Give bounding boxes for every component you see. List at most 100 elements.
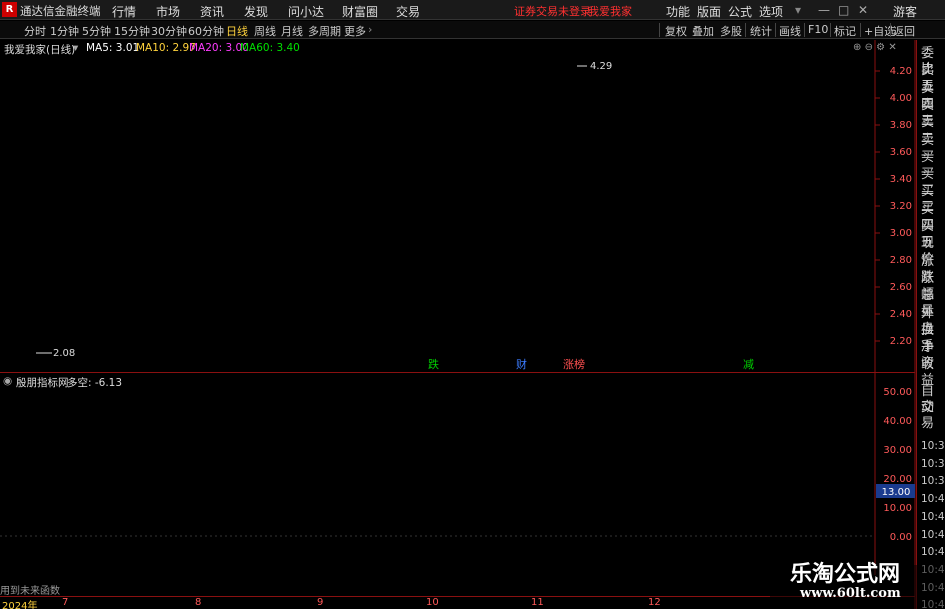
trade-time-label: 10:39 xyxy=(921,440,945,452)
more-chevron-icon[interactable]: › xyxy=(368,23,372,36)
watermark-title: 乐淘公式网 xyxy=(790,562,901,587)
kline-chart[interactable]: 4.20 4.00 3.80 3.60 3.40 3.20 3.00 2.80 … xyxy=(0,40,916,609)
divider xyxy=(890,23,891,37)
back-button[interactable]: 返回 xyxy=(893,23,915,39)
event-marker-top-gainer[interactable]: 涨榜 xyxy=(563,357,585,371)
period-1min[interactable]: 1分钟 xyxy=(50,23,79,39)
price-axis: 4.20 4.00 3.80 3.60 3.40 3.20 3.00 2.80 … xyxy=(874,40,916,609)
price-axis-label: 2.40 xyxy=(890,309,912,320)
date-label: 10 xyxy=(426,597,439,608)
stock-title: 我爱我家(日线) xyxy=(4,44,76,56)
dropdown-icon[interactable]: ▾ xyxy=(795,3,801,17)
date-label: 9 xyxy=(317,597,324,608)
close-icon[interactable]: ✕ xyxy=(858,3,868,17)
period-more[interactable]: 更多 xyxy=(344,23,366,39)
divider xyxy=(659,23,660,37)
menu-news[interactable]: 资讯 xyxy=(200,3,224,20)
mark-button[interactable]: 标记 xyxy=(834,23,856,39)
watermark-url: www.60lt.com xyxy=(800,586,901,601)
close-icon[interactable]: ✕ xyxy=(888,42,896,53)
divider xyxy=(804,23,805,37)
period-daily[interactable]: 日线 xyxy=(226,23,248,39)
date-label: 8 xyxy=(195,597,202,608)
draw-line-button[interactable]: 画线 xyxy=(779,23,801,39)
indicator-axis: 50.00 40.00 30.00 20.00 10.00 0.00 13.00 xyxy=(876,387,915,543)
event-marker-reduce[interactable]: 减 xyxy=(743,358,754,371)
price-axis-label: 3.80 xyxy=(890,120,912,131)
price-axis-label: 4.20 xyxy=(890,66,912,77)
date-label: 7 xyxy=(62,597,69,608)
period-monthly[interactable]: 月线 xyxy=(281,23,303,39)
date-label: 12 xyxy=(648,597,661,608)
minimize-icon[interactable]: — xyxy=(818,3,830,17)
period-15min[interactable]: 15分钟 xyxy=(114,23,150,39)
menu-market[interactable]: 市场 xyxy=(156,3,180,20)
trade-time-label: 10:40 xyxy=(921,510,945,523)
indicator-axis-label: 40.00 xyxy=(883,416,912,427)
divider xyxy=(745,23,746,37)
ma10-label: MA10: 2.97 xyxy=(136,42,196,54)
trade-time-label: 10:40 xyxy=(921,528,945,541)
statistics-button[interactable]: 统计 xyxy=(750,23,772,39)
indicator-axis-label: 10.00 xyxy=(883,503,912,514)
price-axis-label: 3.20 xyxy=(890,201,912,212)
maximize-icon[interactable]: □ xyxy=(838,3,849,17)
event-marker-fall[interactable]: 跌 xyxy=(428,357,439,371)
price-axis-label: 2.20 xyxy=(890,336,912,347)
period-60min[interactable]: 60分钟 xyxy=(188,23,224,39)
chart-controls: ⊕ ⊖ ⚙ ✕ xyxy=(853,42,897,53)
indicator-dropdown-icon[interactable]: ◉ xyxy=(3,375,12,387)
zoom-out-icon[interactable]: ⊖ xyxy=(865,42,873,53)
period-5min[interactable]: 5分钟 xyxy=(82,23,111,39)
price-axis-label: 2.60 xyxy=(890,282,912,293)
app-logo-icon: R xyxy=(2,2,17,17)
indicator-axis-label: 20.00 xyxy=(883,474,912,485)
overlay-button[interactable]: 叠加 xyxy=(692,23,714,39)
divider xyxy=(775,23,776,37)
menu-discover[interactable]: 发现 xyxy=(244,3,268,20)
trade-time-label: 10:39 xyxy=(921,475,945,488)
trading-terminal: R 通达信金融终端 行情 市场 资讯 发现 问小达 财富圈 交易 证券交易未登录… xyxy=(0,0,945,609)
menu-wealth-circle[interactable]: 财富圈 xyxy=(342,3,378,20)
chart-annotations: 4.29 2.08 跌 财 涨榜 减 xyxy=(36,61,754,371)
indicator-axis-label: 0.00 xyxy=(890,532,912,543)
menu-options[interactable]: 选项 xyxy=(759,3,783,20)
current-value-label: 13.00 xyxy=(882,487,911,498)
login-notice[interactable]: 证券交易未登录 xyxy=(514,3,591,19)
menu-functions[interactable]: 功能 xyxy=(666,3,690,20)
legend-dropdown-icon[interactable]: ▾ xyxy=(73,42,78,54)
app-name: 通达信金融终端 xyxy=(20,4,101,18)
f10-button[interactable]: F10 xyxy=(808,23,828,36)
zoom-in-icon[interactable]: ⊕ xyxy=(853,42,861,53)
adjust-button[interactable]: 复权 xyxy=(665,23,687,39)
price-axis-label: 4.00 xyxy=(890,93,912,104)
title-bar: R 通达信金融终端 行情 市场 资讯 发现 问小达 财富圈 交易 证券交易未登录… xyxy=(0,0,945,20)
price-axis-label: 3.40 xyxy=(890,174,912,185)
stock-name-title: 我爱我家 xyxy=(588,5,632,18)
indicator-value: 多空: -6.13 xyxy=(67,377,123,389)
menu-layout[interactable]: 版面 xyxy=(697,3,721,20)
menu-ask-xiaoda[interactable]: 问小达 xyxy=(288,3,324,20)
indicator-axis-label: 30.00 xyxy=(883,445,912,456)
divider xyxy=(830,23,831,37)
menu-quotes[interactable]: 行情 xyxy=(112,3,136,20)
quote-panel: 委比 卖五 卖四 卖三 卖二 卖一 买一 买二 买三 买四 买五 现价 涨跌 涨幅 总量 外盘 换手 净资 收益 自动… xyxy=(916,40,945,609)
ma5-label: MA5: 3.01 xyxy=(86,42,140,54)
trade-time-label: 10:39 xyxy=(921,457,945,470)
divider xyxy=(860,23,861,37)
multi-stock-button[interactable]: 多股 xyxy=(720,23,742,39)
event-marker-finance[interactable]: 财 xyxy=(516,357,527,371)
period-30min[interactable]: 30分钟 xyxy=(151,23,187,39)
price-axis-label: 3.60 xyxy=(890,147,912,158)
price-axis-label: 3.00 xyxy=(890,228,912,239)
period-multi[interactable]: 多周期 xyxy=(308,23,341,39)
period-toolbar: 分时 1分钟 5分钟 15分钟 30分钟 60分钟 日线 周线 月线 多周期 更… xyxy=(0,21,945,39)
indicator-name[interactable]: 殷朋指标网 xyxy=(16,375,69,390)
auto-trade-label[interactable]: 交易 xyxy=(921,400,945,432)
guest-label[interactable]: 游客 xyxy=(893,3,917,20)
settings-icon[interactable]: ⚙ xyxy=(876,42,885,53)
menu-formula[interactable]: 公式 xyxy=(728,3,752,20)
period-weekly[interactable]: 周线 xyxy=(254,23,276,39)
period-timeshare[interactable]: 分时 xyxy=(24,23,46,39)
menu-trade[interactable]: 交易 xyxy=(396,3,420,20)
